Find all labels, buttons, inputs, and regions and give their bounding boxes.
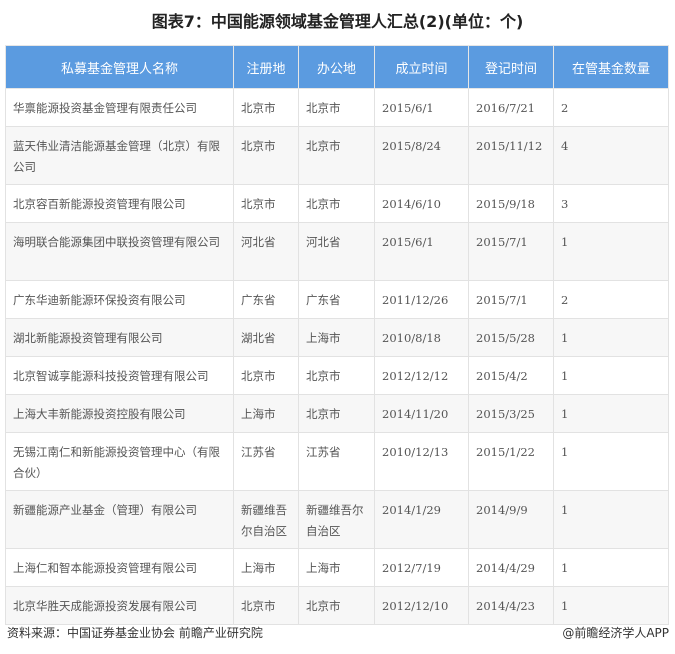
table-cell: 1: [553, 318, 669, 357]
table-row: 海明联合能源集团中联投资管理有限公司 河北省 河北省 2015/6/1 2015/7/1…: [5, 222, 669, 281]
table-cell: 北京市: [233, 88, 299, 127]
table-cell: 北京市: [298, 184, 375, 223]
table-cell: 新疆能源产业基金（管理）有限公司: [5, 490, 234, 549]
table-row: 新疆能源产业基金（管理）有限公司 新疆维吾尔自治区 新疆维吾尔自治区 2014/1/2…: [5, 490, 669, 549]
table-cell: 北京华胜天成能源投资发展有限公司: [5, 586, 234, 625]
table-cell: 湖北新能源投资管理有限公司: [5, 318, 234, 357]
table-cell: 上海市: [298, 548, 375, 587]
table-cell: 2: [553, 280, 669, 319]
column-header: 私募基金管理人名称: [5, 45, 234, 89]
table-cell: 河北省: [233, 222, 299, 281]
table-cell: 2015/1/22: [468, 432, 554, 491]
table-row: 湖北新能源投资管理有限公司 湖北省 上海市 2010/8/18 2015/5/28 1: [5, 318, 669, 357]
fund-manager-table: 私募基金管理人名称 注册地 办公地 成立时间 登记时间 在管基金数量 华禀能源投资基金管理…: [5, 45, 669, 625]
table-cell: 广东华迪新能源环保投资有限公司: [5, 280, 234, 319]
table-cell: 新疆维吾尔自治区: [233, 490, 299, 549]
table-cell: 上海大丰新能源投资控股有限公司: [5, 394, 234, 433]
table-cell: 江苏省: [298, 432, 375, 491]
table-row: 蓝天伟业清洁能源基金管理（北京）有限公司 北京市 北京市 2015/8/24 2015/…: [5, 126, 669, 185]
table-cell: 2012/12/12: [374, 356, 469, 395]
table-cell: 2015/5/28: [468, 318, 554, 357]
table-cell: 上海市: [233, 548, 299, 587]
table-cell: 2011/12/26: [374, 280, 469, 319]
column-header: 成立时间: [374, 45, 469, 89]
table-cell: 1: [553, 548, 669, 587]
table-cell: 2015/3/25: [468, 394, 554, 433]
table-row: 广东华迪新能源环保投资有限公司 广东省 广东省 2011/12/26 2015/7/1 2: [5, 280, 669, 319]
table-cell: 2014/4/29: [468, 548, 554, 587]
column-header: 注册地: [233, 45, 299, 89]
table-cell: 北京市: [298, 394, 375, 433]
table-cell: 广东省: [233, 280, 299, 319]
table-cell: 1: [553, 490, 669, 549]
brand-credit: @前瞻经济学人APP: [562, 626, 669, 640]
table-cell: 华禀能源投资基金管理有限责任公司: [5, 88, 234, 127]
table-cell: 无锡江南仁和新能源投资管理中心（有限合伙）: [5, 432, 234, 491]
table-cell: 2: [553, 88, 669, 127]
table-header-row: 私募基金管理人名称 注册地 办公地 成立时间 登记时间 在管基金数量: [5, 45, 669, 89]
table-cell: 2015/6/1: [374, 222, 469, 281]
table-cell: 2015/7/1: [468, 222, 554, 281]
table-row: 北京智诚享能源科技投资管理有限公司 北京市 北京市 2012/12/12 2015/4/…: [5, 356, 669, 395]
table-row: 无锡江南仁和新能源投资管理中心（有限合伙） 江苏省 江苏省 2010/12/13 201…: [5, 432, 669, 491]
table-cell: 4: [553, 126, 669, 185]
table-cell: 2015/9/18: [468, 184, 554, 223]
table-cell: 1: [553, 586, 669, 625]
table-cell: 北京容百新能源投资管理有限公司: [5, 184, 234, 223]
table-cell: 蓝天伟业清洁能源基金管理（北京）有限公司: [5, 126, 234, 185]
table-cell: 上海仁和智本能源投资管理有限公司: [5, 548, 234, 587]
table-cell: 2012/12/10: [374, 586, 469, 625]
table-cell: 北京市: [233, 356, 299, 395]
table-cell: 新疆维吾尔自治区: [298, 490, 375, 549]
table-cell: 2010/12/13: [374, 432, 469, 491]
table-cell: 广东省: [298, 280, 375, 319]
table-cell: 2014/4/23: [468, 586, 554, 625]
column-header: 登记时间: [468, 45, 554, 89]
table-cell: 2014/6/10: [374, 184, 469, 223]
table-cell: 北京市: [298, 88, 375, 127]
table-cell: 2015/7/1: [468, 280, 554, 319]
table-cell: 2012/7/19: [374, 548, 469, 587]
table-cell: 1: [553, 222, 669, 281]
table-cell: 2015/8/24: [374, 126, 469, 185]
table-cell: 2015/6/1: [374, 88, 469, 127]
table-cell: 海明联合能源集团中联投资管理有限公司: [5, 222, 234, 281]
page-title: 图表7：中国能源领域基金管理人汇总(2)(单位：个): [151, 12, 524, 31]
table-cell: 2016/7/21: [468, 88, 554, 127]
table-cell: 北京市: [298, 356, 375, 395]
table-cell: 1: [553, 356, 669, 395]
table-row: 上海大丰新能源投资控股有限公司 上海市 北京市 2014/11/20 2015/3/25…: [5, 394, 669, 433]
table-cell: 2014/11/20: [374, 394, 469, 433]
table-cell: 2014/9/9: [468, 490, 554, 549]
table-cell: 2015/11/12: [468, 126, 554, 185]
table-cell: 上海市: [233, 394, 299, 433]
table-cell: 北京市: [233, 126, 299, 185]
table-cell: 3: [553, 184, 669, 223]
source-note: 资料来源：中国证券基金业协会 前瞻产业研究院: [7, 626, 263, 640]
table-cell: 北京市: [233, 184, 299, 223]
table-cell: 2015/4/2: [468, 356, 554, 395]
table-cell: 上海市: [298, 318, 375, 357]
table-cell: 北京智诚享能源科技投资管理有限公司: [5, 356, 234, 395]
table-cell: 江苏省: [233, 432, 299, 491]
table-cell: 北京市: [298, 586, 375, 625]
table-cell: 2014/1/29: [374, 490, 469, 549]
table-cell: 北京市: [233, 586, 299, 625]
column-header: 在管基金数量: [553, 45, 669, 89]
table-cell: 北京市: [298, 126, 375, 185]
table-cell: 河北省: [298, 222, 375, 281]
table-cell: 2010/8/18: [374, 318, 469, 357]
table-row: 北京容百新能源投资管理有限公司 北京市 北京市 2014/6/10 2015/9/18 3: [5, 184, 669, 223]
table-cell: 湖北省: [233, 318, 299, 357]
table-cell: 1: [553, 432, 669, 491]
column-header: 办公地: [298, 45, 375, 89]
table-cell: 1: [553, 394, 669, 433]
table-row: 上海仁和智本能源投资管理有限公司 上海市 上海市 2012/7/19 2014/4/29…: [5, 548, 669, 587]
table-row: 北京华胜天成能源投资发展有限公司 北京市 北京市 2012/12/10 2014/4/2…: [5, 586, 669, 625]
table-row: 华禀能源投资基金管理有限责任公司 北京市 北京市 2015/6/1 2016/7/21 2: [5, 88, 669, 127]
